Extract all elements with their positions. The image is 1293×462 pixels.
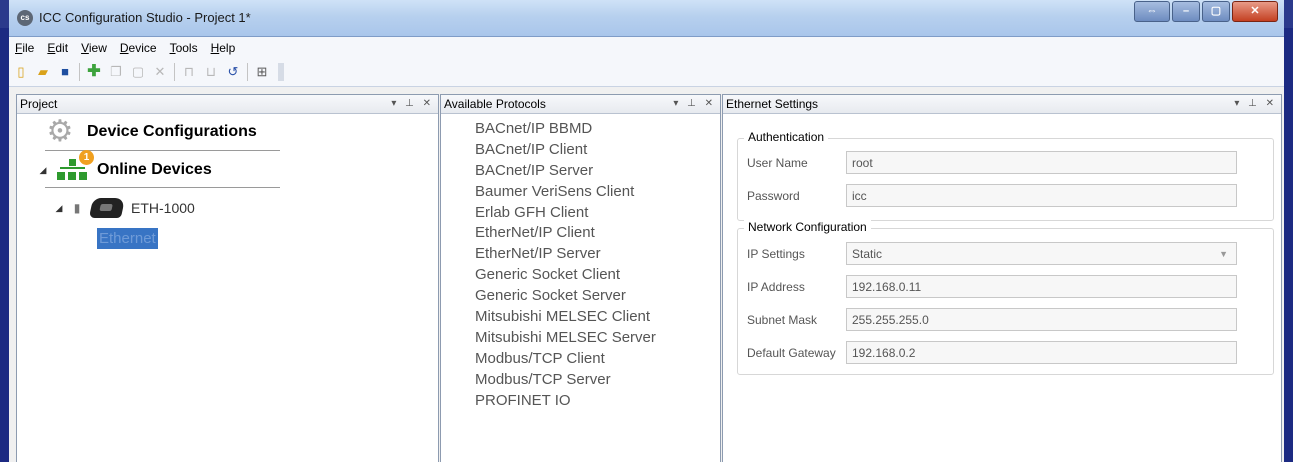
toolbar: ▯ ▰ ■ ✚ ❐ ▢ ✕ ⊓ ⊔ ↺ ⊞ (9, 58, 1284, 87)
toolbar-separator (174, 63, 175, 81)
save-icon[interactable]: ■ (57, 64, 73, 80)
panel-dock-controls[interactable]: ▾ ⊥ ✕ (391, 95, 434, 113)
list-item[interactable]: Generic Socket Client (475, 265, 656, 286)
ip-settings-select[interactable]: Static ▼ (846, 242, 1237, 265)
tree-divider (45, 150, 280, 151)
menu-tools[interactable]: Tools (168, 40, 200, 56)
online-count-badge: 1 (79, 150, 94, 165)
tree-node-device-configurations[interactable]: ⚙ Device Configurations (45, 117, 257, 147)
paste-icon[interactable]: ▢ (130, 64, 146, 80)
move-down-icon[interactable]: ⊔ (203, 64, 219, 80)
expand-arrow-icon[interactable]: ◢ (53, 203, 65, 214)
device-label: ETH-1000 (131, 200, 195, 216)
window-controls: ⇔ – ▢ ✕ (1132, 1, 1278, 22)
tree-node-online-devices[interactable]: ◢ 1 Online Devices (37, 150, 212, 181)
ip-address-label: IP Address (747, 280, 805, 294)
list-item[interactable]: Erlab GFH Client (475, 203, 656, 224)
gear-icon: ⚙ (46, 115, 74, 148)
app-logo-icon: cs (17, 10, 33, 26)
ip-settings-label: IP Settings (747, 247, 805, 261)
restore-arrows-icon[interactable]: ⇔ (1134, 1, 1170, 22)
subnet-mask-field[interactable]: 255.255.255.0 (846, 308, 1237, 331)
subnet-mask-label: Subnet Mask (747, 313, 818, 327)
window-title: ICC Configuration Studio - Project 1* (39, 10, 251, 25)
list-item[interactable]: BACnet/IP Client (475, 140, 656, 161)
properties-icon[interactable]: ⊞ (254, 64, 270, 80)
menu-bar: File Edit View Device Tools Help (9, 37, 1284, 58)
project-panel-header: Project ▾ ⊥ ✕ (17, 95, 438, 114)
panel-dock-controls[interactable]: ▾ ⊥ ✕ (1234, 95, 1277, 113)
list-item[interactable]: Mitsubishi MELSEC Server (475, 328, 656, 349)
toolbar-overflow-grip[interactable] (278, 63, 284, 81)
close-icon[interactable]: ✕ (1232, 1, 1278, 22)
toolbar-separator (247, 63, 248, 81)
network-group-title: Network Configuration (744, 220, 871, 234)
list-item[interactable]: Baumer VeriSens Client (475, 182, 656, 203)
device-icon (88, 198, 126, 218)
maximize-icon[interactable]: ▢ (1202, 1, 1230, 22)
ip-settings-value: Static (852, 247, 883, 261)
ip-address-field[interactable]: 192.168.0.11 (846, 275, 1237, 298)
user-name-label: User Name (747, 156, 808, 170)
panel-title: Project (20, 97, 58, 111)
network-configuration-group: Network Configuration IP Settings Static… (737, 220, 1274, 375)
open-folder-icon[interactable]: ▰ (35, 64, 51, 80)
menu-edit[interactable]: Edit (45, 40, 70, 56)
refresh-icon[interactable]: ↺ (225, 64, 241, 80)
list-item[interactable]: Generic Socket Server (475, 286, 656, 307)
panel-title: Ethernet Settings (726, 97, 819, 111)
authentication-group-title: Authentication (744, 130, 829, 144)
add-icon[interactable]: ✚ (86, 64, 102, 80)
password-label: Password (747, 189, 800, 203)
move-up-icon[interactable]: ⊓ (181, 64, 197, 80)
online-devices-label: Online Devices (97, 161, 212, 178)
default-gateway-field[interactable]: 192.168.0.2 (846, 341, 1237, 364)
network-icon: 1 (57, 150, 94, 181)
connector-icon: ▮ (73, 201, 81, 215)
toolbar-separator (79, 63, 80, 81)
panel-dock-controls[interactable]: ▾ ⊥ ✕ (673, 95, 716, 113)
minimize-icon[interactable]: – (1172, 1, 1200, 22)
menu-view[interactable]: View (79, 40, 109, 56)
title-bar[interactable]: cs ICC Configuration Studio - Project 1*… (9, 0, 1284, 37)
panel-title: Available Protocols (444, 97, 546, 111)
ethernet-panel-header: Ethernet Settings ▾ ⊥ ✕ (723, 95, 1281, 114)
protocol-list: BACnet/IP BBMD BACnet/IP Client BACnet/I… (475, 119, 656, 411)
protocols-panel-header: Available Protocols ▾ ⊥ ✕ (441, 95, 720, 114)
tree-node-eth-1000[interactable]: ◢ ▮ ETH-1000 (53, 198, 195, 218)
list-item[interactable]: BACnet/IP BBMD (475, 119, 656, 140)
menu-help[interactable]: Help (209, 40, 238, 56)
desktop-border-left (0, 28, 9, 462)
expand-arrow-icon[interactable]: ◢ (37, 165, 49, 176)
list-item[interactable]: Modbus/TCP Server (475, 370, 656, 391)
list-item[interactable]: Mitsubishi MELSEC Client (475, 307, 656, 328)
tree-divider (45, 187, 280, 188)
password-field[interactable]: icc (846, 184, 1237, 207)
list-item[interactable]: BACnet/IP Server (475, 161, 656, 182)
ethernet-settings-panel: Ethernet Settings ▾ ⊥ ✕ Authentication U… (722, 94, 1282, 462)
new-file-icon[interactable]: ▯ (13, 64, 29, 80)
authentication-group: Authentication User Name root Password i… (737, 130, 1274, 221)
chevron-down-icon[interactable]: ▼ (1219, 243, 1228, 266)
default-gateway-label: Default Gateway (747, 346, 836, 360)
list-item[interactable]: EtherNet/IP Client (475, 223, 656, 244)
menu-device[interactable]: Device (118, 40, 159, 56)
desktop-border-right (1284, 28, 1293, 462)
list-item[interactable]: PROFINET IO (475, 391, 656, 412)
protocols-panel: Available Protocols ▾ ⊥ ✕ BACnet/IP BBMD… (440, 94, 721, 462)
menu-file[interactable]: File (13, 40, 36, 56)
device-configurations-label: Device Configurations (87, 123, 257, 140)
copy-icon[interactable]: ❐ (108, 64, 124, 80)
tree-node-ethernet[interactable]: Ethernet (97, 228, 158, 249)
project-panel: Project ▾ ⊥ ✕ ⚙ Device Configurations ◢ … (16, 94, 439, 462)
list-item[interactable]: EtherNet/IP Server (475, 244, 656, 265)
app-window: cs ICC Configuration Studio - Project 1*… (9, 0, 1284, 462)
list-item[interactable]: Modbus/TCP Client (475, 349, 656, 370)
user-name-field[interactable]: root (846, 151, 1237, 174)
delete-icon[interactable]: ✕ (152, 64, 168, 80)
